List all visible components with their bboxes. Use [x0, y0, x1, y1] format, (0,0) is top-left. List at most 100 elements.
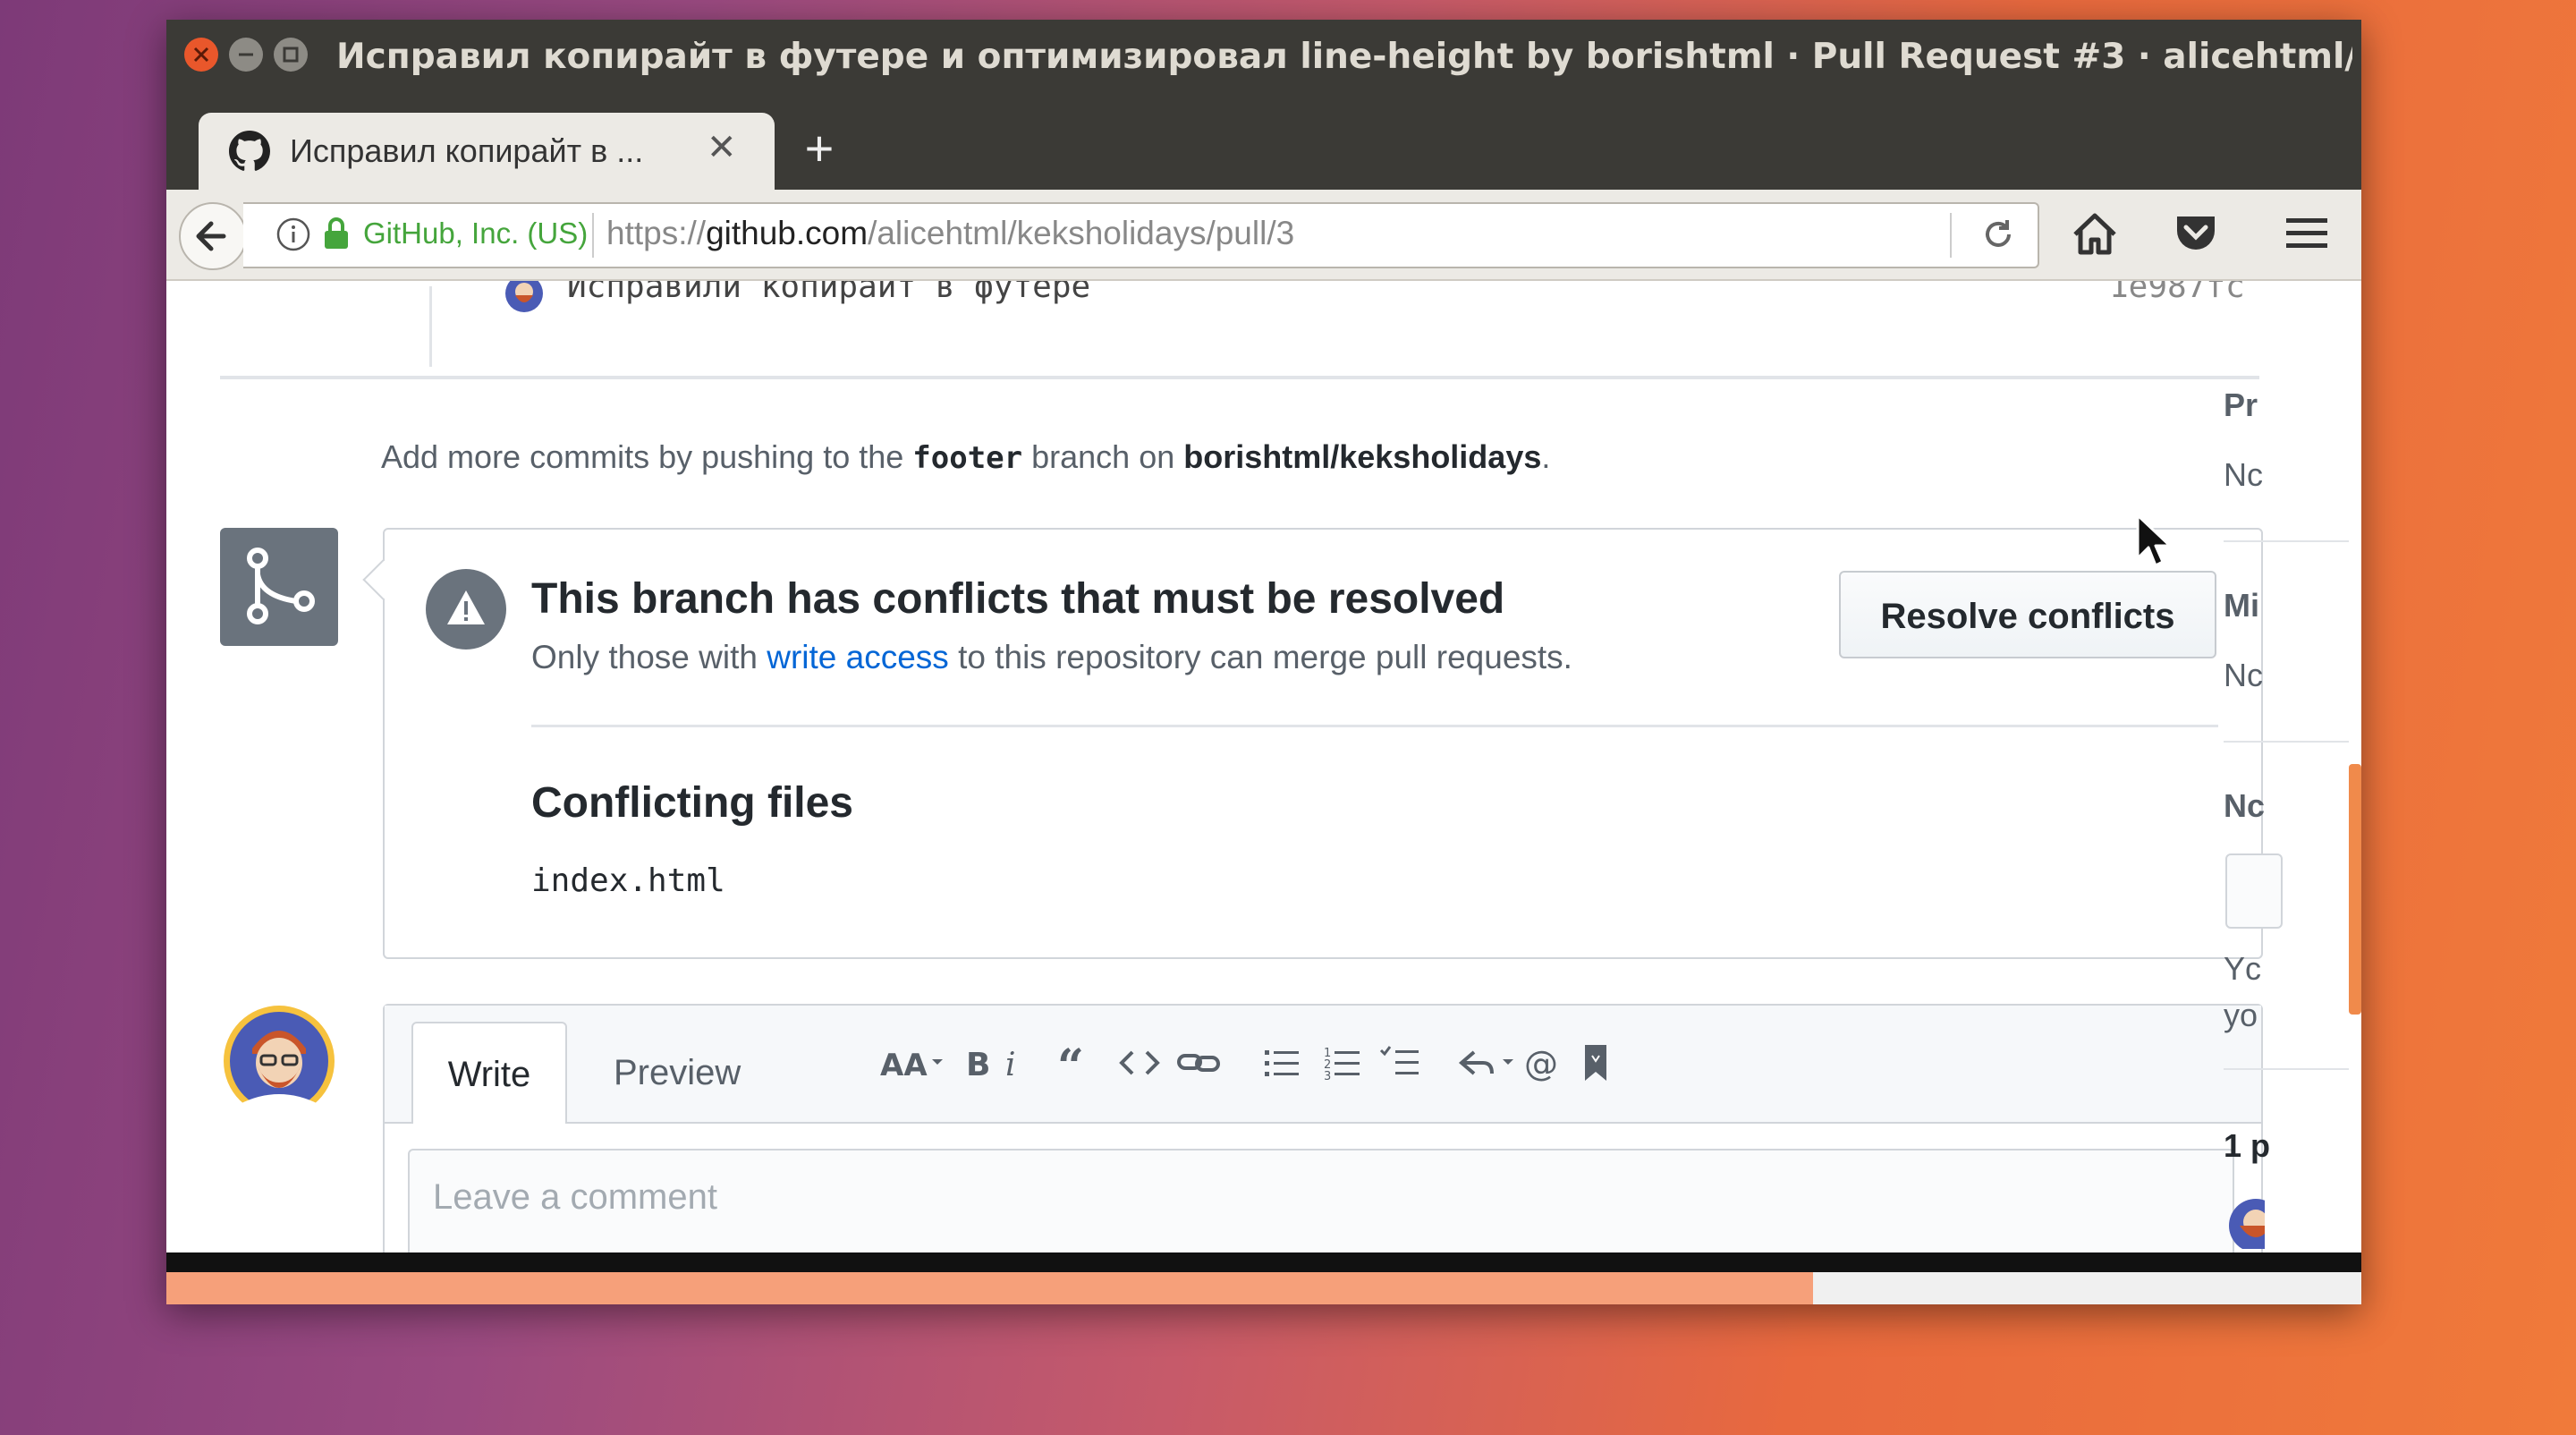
- mention-icon[interactable]: @: [1521, 1040, 1567, 1086]
- svg-text:@: @: [1524, 1044, 1558, 1083]
- conflicting-files-heading: Conflicting files: [531, 779, 853, 827]
- url-path: /alicehtml/keksholidays/pull/3: [868, 215, 1295, 251]
- page-content: Исправили копирайт в футере 1e987fc Add …: [166, 281, 2361, 1256]
- commit-row: Исправили копирайт в футере 1e987fc: [166, 281, 2245, 367]
- comment-form: Write Preview AA B i “ 123 @ Leave a com…: [383, 1004, 2263, 1256]
- hint-middle: branch on: [1022, 438, 1184, 475]
- pr-sidebar: Pr Nc Mi Nc Nc Yc yo 1 p: [2224, 281, 2361, 1256]
- tab-strip: Исправил копирайт в ... ✕ +: [166, 95, 2361, 190]
- home-icon[interactable]: [2072, 211, 2118, 256]
- conflict-subtitle: Only those with write access to this rep…: [531, 639, 1572, 676]
- url-host: github.com: [706, 215, 869, 251]
- divider: [2224, 1068, 2349, 1070]
- mouse-cursor-icon: [2136, 514, 2172, 567]
- pocket-icon[interactable]: [2174, 211, 2218, 256]
- sidebar-text: yo: [2224, 997, 2258, 1033]
- task-list-icon[interactable]: [1377, 1040, 1424, 1086]
- tab-close-icon[interactable]: ✕: [707, 127, 737, 168]
- svg-text:B: B: [966, 1047, 990, 1083]
- sidebar-text: Yc: [2224, 950, 2262, 987]
- tab-title: Исправил копирайт в ...: [290, 132, 644, 169]
- site-identity[interactable]: GitHub, Inc. (US): [363, 217, 588, 250]
- subtitle-suffix: to this repository can merge pull reques…: [948, 639, 1572, 675]
- warning-icon: [447, 590, 485, 624]
- scrollbar[interactable]: [2349, 764, 2361, 1015]
- hint-prefix: Add more commits by pushing to the: [381, 438, 913, 475]
- subtitle-prefix: Only those with: [531, 639, 767, 675]
- new-tab-button[interactable]: +: [792, 122, 846, 175]
- write-access-link[interactable]: write access: [767, 639, 949, 675]
- tab-write[interactable]: Write: [411, 1022, 567, 1124]
- lock-icon: [325, 217, 348, 249]
- address-bar[interactable]: GitHub, Inc. (US) https://github.com/ali…: [243, 202, 2039, 268]
- participants-heading: 1 p: [2224, 1127, 2271, 1164]
- divider: [592, 213, 594, 258]
- alert-icon: [426, 569, 506, 650]
- avatar[interactable]: [2225, 1195, 2265, 1249]
- maximize-window-button[interactable]: [274, 38, 308, 72]
- navigation-toolbar: GitHub, Inc. (US) https://github.com/ali…: [166, 190, 2361, 281]
- conflict-title: This branch has conflicts that must be r…: [531, 575, 1505, 623]
- title-bar: Исправил копирайт в футере и оптимизиров…: [166, 20, 2361, 95]
- comment-tabs: Write Preview AA B i “ 123 @: [385, 1006, 2261, 1124]
- bullet-list-icon[interactable]: [1259, 1040, 1306, 1086]
- github-icon: [229, 131, 270, 171]
- merge-conflict-panel: This branch has conflicts that must be r…: [362, 528, 2263, 959]
- minimize-window-button[interactable]: [229, 38, 263, 72]
- hint-suffix: .: [1541, 438, 1551, 475]
- avatar[interactable]: [222, 1004, 336, 1118]
- timeline-divider: [220, 376, 2259, 379]
- reload-icon[interactable]: [1979, 215, 2018, 254]
- url-text[interactable]: https://github.com/alicehtml/keksholiday…: [606, 215, 1294, 252]
- info-icon[interactable]: [275, 217, 311, 252]
- sidebar-heading[interactable]: Pr: [2224, 386, 2258, 424]
- browser-tab[interactable]: Исправил копирайт в ... ✕: [199, 113, 775, 190]
- hamburger-menu-icon[interactable]: [2284, 211, 2329, 256]
- close-icon: [193, 47, 209, 63]
- text-size-icon[interactable]: AA: [880, 1040, 943, 1086]
- svg-text:“: “: [1057, 1040, 1084, 1086]
- notifications-button[interactable]: [2225, 853, 2283, 929]
- branch-name: footer: [912, 440, 1023, 476]
- divider: [2224, 540, 2349, 542]
- avatar[interactable]: [504, 281, 544, 313]
- timeline-line: [429, 286, 432, 367]
- minimize-icon: [239, 53, 253, 56]
- comment-textarea[interactable]: Leave a comment: [408, 1149, 2234, 1256]
- commit-icon: [419, 281, 442, 284]
- bookmark-icon[interactable]: [1572, 1040, 1619, 1086]
- window-title: Исправил копирайт в футере и оптимизиров…: [336, 37, 2352, 77]
- quote-icon[interactable]: “: [1054, 1040, 1100, 1086]
- sidebar-heading: Nc: [2224, 787, 2266, 824]
- link-icon[interactable]: [1175, 1040, 1222, 1086]
- svg-text:AA: AA: [880, 1048, 928, 1083]
- progress-fill: [166, 1272, 1813, 1304]
- repo-name[interactable]: borishtml/keksholidays: [1183, 438, 1541, 475]
- maximize-icon: [283, 47, 299, 63]
- sidebar-value: Nc: [2224, 456, 2263, 493]
- reply-icon[interactable]: [1456, 1040, 1519, 1086]
- progress-bar[interactable]: [166, 1272, 2361, 1304]
- merge-status-badge: [220, 528, 338, 646]
- back-button[interactable]: [179, 202, 247, 270]
- svg-text:i: i: [1005, 1047, 1016, 1083]
- conflicting-file: index.html: [531, 862, 725, 899]
- close-window-button[interactable]: [184, 38, 218, 72]
- comment-placeholder: Leave a comment: [433, 1177, 717, 1217]
- italic-icon[interactable]: i: [993, 1040, 1039, 1086]
- numbered-list-icon[interactable]: 123: [1320, 1040, 1367, 1086]
- divider: [2224, 741, 2349, 743]
- git-merge-icon: [247, 548, 315, 624]
- commit-message[interactable]: Исправили копирайт в футере: [567, 281, 1090, 305]
- push-hint: Add more commits by pushing to the foote…: [381, 438, 1550, 476]
- browser-window: Исправил копирайт в футере и оптимизиров…: [166, 20, 2361, 1304]
- panel-caret: [362, 559, 403, 600]
- url-scheme: https://: [606, 215, 707, 251]
- svg-text:3: 3: [1324, 1070, 1331, 1083]
- tab-preview[interactable]: Preview: [614, 1022, 741, 1124]
- sidebar-heading[interactable]: Mi: [2224, 587, 2259, 624]
- divider: [1950, 213, 1952, 258]
- code-icon[interactable]: [1116, 1040, 1163, 1086]
- resolve-conflicts-button[interactable]: Resolve conflicts: [1839, 571, 2216, 658]
- arrow-left-icon: [196, 221, 226, 251]
